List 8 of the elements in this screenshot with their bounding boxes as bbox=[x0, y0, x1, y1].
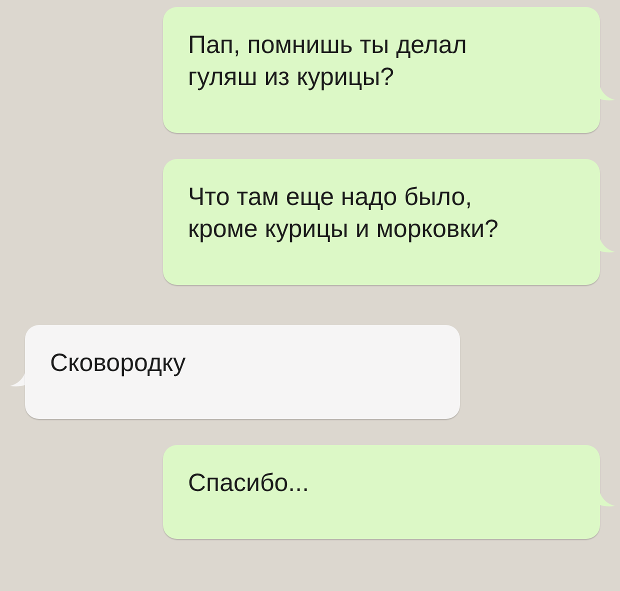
outgoing-message: Что там еще надо было, кроме курицы и морковки? bbox=[163, 159, 600, 285]
bubble-tail bbox=[600, 493, 615, 507]
outgoing-message: Спасибо... bbox=[163, 445, 600, 539]
outgoing-message: Пап, помнишь ты делал гуляш из курицы? bbox=[163, 7, 600, 133]
bubble-tail bbox=[10, 373, 25, 387]
incoming-message: Сковородку bbox=[25, 325, 460, 419]
bubble-tail bbox=[600, 239, 615, 253]
bubble-tail bbox=[600, 87, 615, 101]
